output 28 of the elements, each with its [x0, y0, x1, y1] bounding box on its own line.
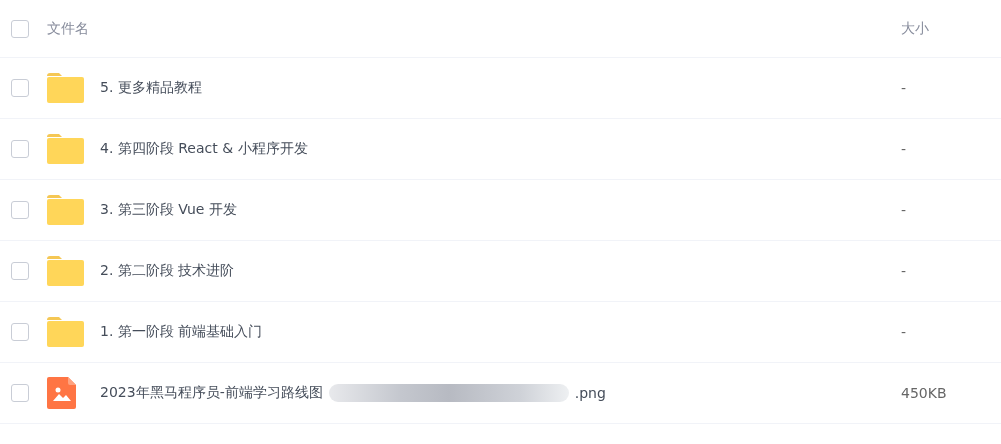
column-header: 文件名 — [47, 19, 90, 38]
checkbox[interactable] — [11, 262, 29, 280]
file-size: - — [901, 141, 907, 157]
file-name[interactable]: 4. 第四阶段 React & 小程序开发 — [100, 140, 308, 158]
folder-icon — [47, 317, 84, 347]
file-name[interactable]: 3. 第三阶段 Vue 开发 — [100, 201, 237, 219]
folder-icon — [47, 134, 84, 164]
file-name[interactable]: 5. 更多精品教程 — [100, 79, 202, 97]
file-name[interactable]: 2. 第二阶段 技术进阶 — [100, 262, 235, 280]
image-file-icon — [47, 377, 76, 409]
file-name[interactable]: 2023年黑马程序员-前端学习路线图 — [100, 384, 323, 402]
folder-icon — [47, 195, 84, 225]
checkbox[interactable] — [11, 384, 29, 402]
file-size: - — [901, 202, 907, 218]
checkbox[interactable] — [11, 79, 29, 97]
file-size: - — [901, 324, 907, 340]
checkbox[interactable] — [11, 323, 29, 341]
checkbox[interactable] — [11, 19, 29, 38]
folder-icon — [47, 256, 84, 286]
file-size: - — [901, 80, 907, 96]
folder-icon — [47, 73, 84, 103]
column-header: 大小 — [901, 19, 930, 38]
checkbox[interactable] — [11, 140, 29, 158]
checkbox[interactable] — [11, 201, 29, 219]
file-size: - — [901, 263, 907, 279]
file-extension[interactable]: .png — [574, 385, 606, 401]
file-name[interactable]: 1. 第一阶段 前端基础入门 — [100, 323, 263, 341]
file-size: 450KB — [901, 385, 947, 401]
